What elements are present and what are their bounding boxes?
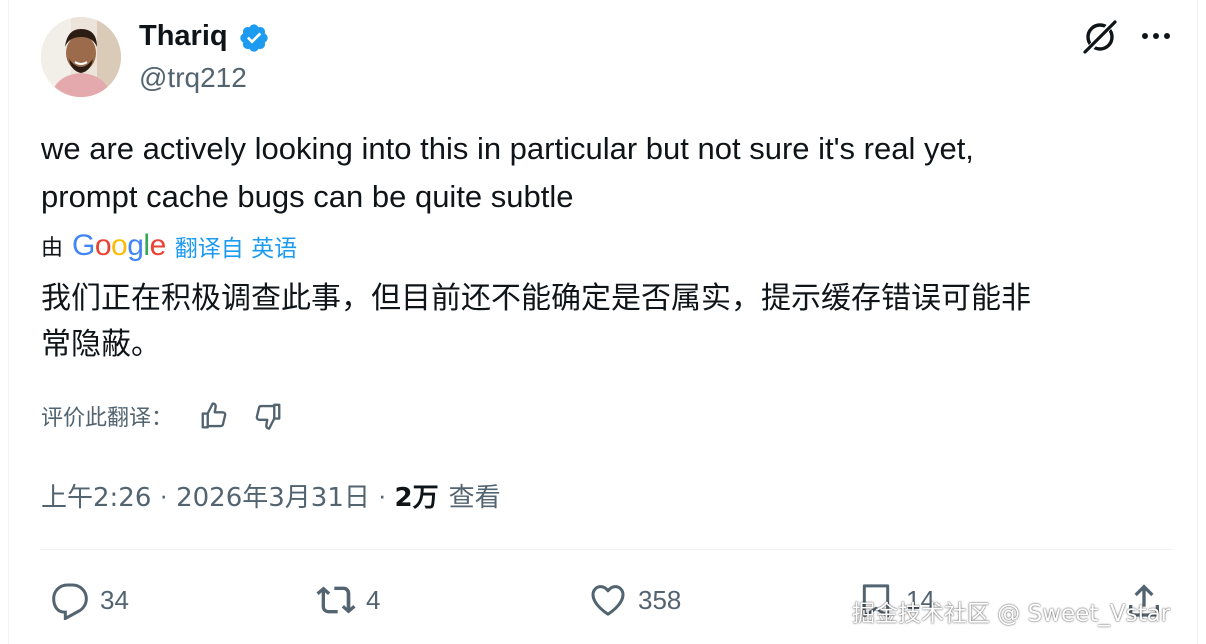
like-count: 358 <box>638 584 682 615</box>
more-icon[interactable] <box>1138 20 1174 52</box>
like-button[interactable]: 358 <box>588 578 681 622</box>
reply-count: 34 <box>100 584 129 615</box>
divider <box>41 549 1173 550</box>
retweet-button[interactable]: 4 <box>316 578 380 622</box>
tweet-time[interactable]: 上午2:26 <box>41 477 151 514</box>
tweet-text: we are actively looking into this in par… <box>41 125 1161 221</box>
author-name[interactable]: Thariq <box>139 18 228 54</box>
rate-translation: 评价此翻译： <box>41 398 307 434</box>
translated-text: 我们正在积极调查此事，但目前还不能确定是否属实，提示缓存错误可能非 常隐蔽。 <box>41 276 1171 368</box>
views-count[interactable]: 2万 <box>395 477 439 514</box>
tweet-text-line: prompt cache bugs can be quite subtle <box>41 179 574 214</box>
translated-from-link[interactable]: 翻译自 英语 <box>175 229 297 263</box>
translated-text-line: 我们正在积极调查此事，但目前还不能确定是否属实，提示缓存错误可能非 <box>41 281 1031 316</box>
meta-separator: · <box>159 479 169 510</box>
translation-attribution: 由 Google 翻译自 英语 <box>41 228 297 264</box>
reply-button[interactable]: 34 <box>50 578 129 622</box>
verified-badge-icon <box>240 24 268 52</box>
google-logo: Google <box>72 229 166 262</box>
retweet-icon <box>316 586 356 614</box>
grok-icon[interactable] <box>1080 17 1120 57</box>
tweet-text-line: we are actively looking into this in par… <box>41 131 974 166</box>
meta-separator: · <box>377 479 387 510</box>
translation-by-label: 由 <box>41 236 64 261</box>
rate-translation-label: 评价此翻译： <box>41 406 174 431</box>
tweet-meta: 上午2:26 · 2026年3月31日 · 2万 查看 <box>41 477 501 513</box>
author-handle[interactable]: @trq212 <box>139 60 247 96</box>
thumbs-up-icon[interactable] <box>199 401 229 431</box>
retweet-count: 4 <box>366 584 381 615</box>
reply-icon <box>52 583 88 620</box>
tweet-date[interactable]: 2026年3月31日 <box>176 477 370 514</box>
thumbs-down-icon[interactable] <box>253 401 283 431</box>
like-icon <box>591 585 625 616</box>
translated-text-line: 常隐蔽。 <box>41 327 161 362</box>
views-label[interactable]: 查看 <box>449 477 501 514</box>
avatar[interactable] <box>41 17 121 97</box>
avatar-image <box>41 17 121 97</box>
watermark: 掘金技术社区 @ Sweet_Vstar <box>852 601 1171 627</box>
